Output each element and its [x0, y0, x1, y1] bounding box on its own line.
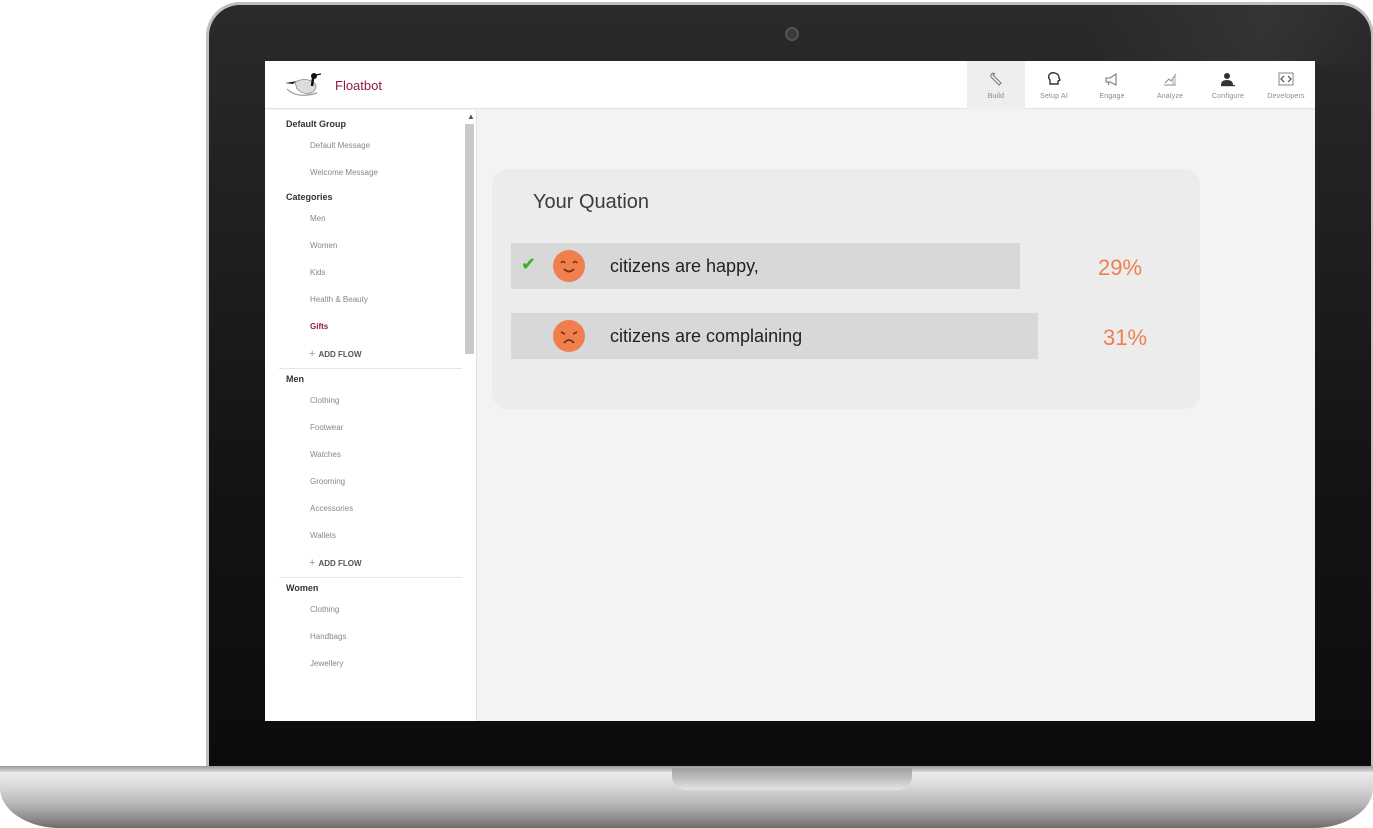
sidebar-item-jewellery[interactable]: Jewellery [265, 650, 476, 677]
nav-label: Configure [1211, 92, 1245, 100]
brain-icon [1047, 71, 1061, 85]
laptop-notch [672, 768, 912, 790]
group-women[interactable]: Women [265, 580, 476, 596]
sidebar-item-handbags[interactable]: Handbags [265, 623, 476, 650]
sidebar-item-clothing[interactable]: Clothing [265, 596, 476, 623]
nav-label: Build [987, 92, 1005, 100]
option-percent: 29% [1098, 255, 1143, 280]
sidebar-item-women[interactable]: Women [265, 232, 476, 259]
scroll-thumb[interactable] [465, 124, 474, 354]
group-men[interactable]: Men [265, 371, 476, 387]
option-percent: 31% [1103, 325, 1148, 350]
divider [279, 577, 462, 578]
add-flow-button[interactable]: + ADD FLOW [265, 549, 476, 577]
lid-reflection [1089, 5, 1373, 65]
nav-label: Developers [1267, 92, 1305, 100]
nav-label: Engage [1099, 92, 1125, 100]
sidebar-item-men[interactable]: Men [265, 205, 476, 232]
happy-face-icon [553, 250, 585, 282]
sidebar-scrollbar[interactable]: ▲ [463, 110, 477, 721]
wrench-icon [990, 71, 1002, 86]
brand-name: Floatbot [335, 77, 382, 93]
logo[interactable]: Floatbot [283, 67, 382, 103]
divider [279, 368, 462, 369]
chart-icon [1164, 73, 1177, 85]
nav-build[interactable]: Build [967, 61, 1025, 109]
sidebar-item-health-beauty[interactable]: Health & Beauty [265, 286, 476, 313]
add-flow-button[interactable]: + ADD FLOW [265, 340, 476, 368]
poll-option-complaining[interactable]: citizens are complaining [511, 313, 1038, 359]
floatbot-bird-icon [285, 73, 322, 96]
sidebar-item-default-message[interactable]: Default Message [265, 132, 476, 159]
poll-card: Your Quation ✔ citizens are happy, 29% c… [492, 169, 1200, 409]
sidebar-item-wallets[interactable]: Wallets [265, 522, 476, 549]
poll-question: Your Quation [533, 191, 650, 213]
group-categories[interactable]: Categories [265, 189, 476, 205]
megaphone-icon [1105, 72, 1117, 86]
nav-setup-ai[interactable]: Setup AI [1025, 61, 1083, 109]
top-bar: Floatbot Build Setup AI Engage Analyze C… [265, 61, 1315, 109]
sidebar-item-clothing[interactable]: Clothing [265, 387, 476, 414]
check-icon: ✔ [521, 254, 537, 274]
nav-configure[interactable]: Configure [1199, 61, 1257, 109]
sidebar-item-grooming[interactable]: Grooming [265, 468, 476, 495]
nav-developers[interactable]: Developers [1257, 61, 1315, 109]
sidebar-item-gifts[interactable]: Gifts [265, 313, 476, 340]
poll-option-happy[interactable]: ✔ citizens are happy, [511, 243, 1020, 289]
app-screen: Floatbot Build Setup AI Engage Analyze C… [265, 61, 1315, 721]
nav-label: Analyze [1156, 92, 1184, 100]
user-settings-icon [1221, 72, 1235, 86]
sidebar-item-accessories[interactable]: Accessories [265, 495, 476, 522]
scroll-up-arrow-icon[interactable]: ▲ [467, 112, 475, 121]
sad-face-icon [553, 320, 585, 352]
add-flow-label: ADD FLOW [318, 350, 362, 359]
sidebar-item-footwear[interactable]: Footwear [265, 414, 476, 441]
sidebar-item-welcome-message[interactable]: Welcome Message [265, 159, 476, 186]
sidebar: Default Group Default Message Welcome Me… [265, 110, 477, 721]
option-text: citizens are happy, [610, 256, 759, 276]
nav-analyze[interactable]: Analyze [1141, 61, 1199, 109]
add-flow-label: ADD FLOW [318, 559, 362, 568]
sidebar-item-kids[interactable]: Kids [265, 259, 476, 286]
plus-icon: + [309, 557, 316, 569]
plus-icon: + [309, 348, 316, 360]
group-default[interactable]: Default Group [265, 116, 476, 132]
code-icon [1278, 72, 1294, 85]
option-text: citizens are complaining [610, 326, 803, 346]
nav-label: Setup AI [1039, 92, 1069, 100]
sidebar-item-watches[interactable]: Watches [265, 441, 476, 468]
webcam [785, 27, 799, 41]
nav-engage[interactable]: Engage [1083, 61, 1141, 109]
main-nav: Build Setup AI Engage Analyze Configure … [967, 61, 1315, 109]
